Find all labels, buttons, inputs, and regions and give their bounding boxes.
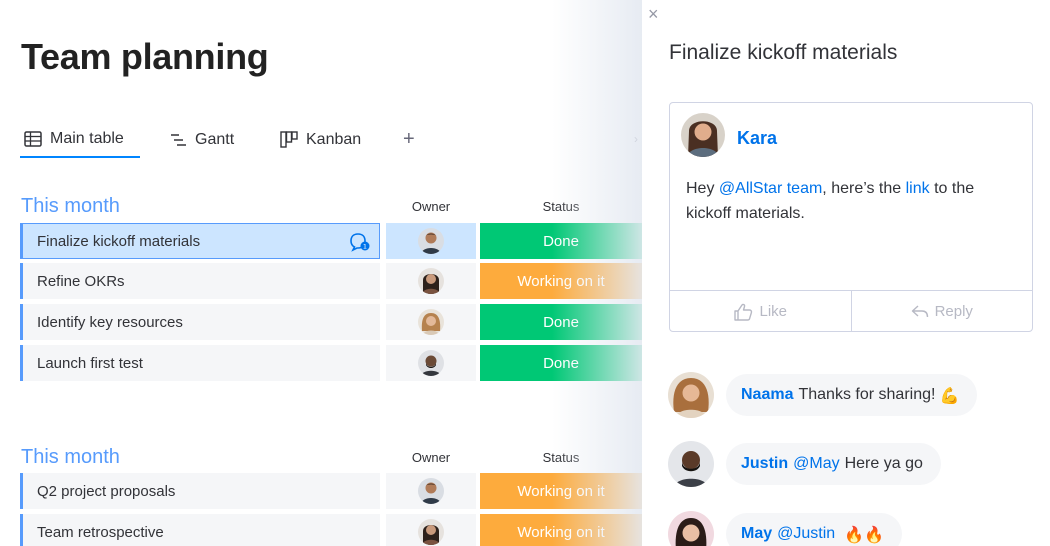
avatar [418,519,444,545]
tab-kanban[interactable]: Kanban [279,122,361,158]
tab-gantt[interactable]: Gantt [168,122,234,158]
avatar [418,228,444,254]
item-name: Team retrospective [37,523,164,541]
owner-column-header: Owner [411,199,451,214]
avatar [418,268,444,294]
reply-bubble: Justin @May Here ya go [726,443,941,485]
reply-text: Thanks for sharing! [798,386,936,403]
reply-text: Here ya go [844,455,923,472]
tab-main-table[interactable]: Main table [20,122,140,158]
more-views-chevron-icon[interactable]: › [634,132,638,146]
update-card: Kara Hey @AllStar team, here’s the link … [669,102,1033,332]
table-icon [23,129,43,149]
update-text: , here’s the [822,180,902,197]
gantt-icon [168,130,188,150]
thumbs-up-icon [733,303,753,321]
mention-link[interactable]: @Justin [777,525,835,543]
item-name-cell[interactable]: Identify key resources [20,304,380,340]
item-name-cell[interactable]: Refine OKRs [20,263,380,299]
avatar [681,113,725,157]
item-name-cell[interactable]: Launch first test [20,345,380,381]
add-view-button[interactable]: + [403,128,415,151]
reply-bubble: Naama Thanks for sharing! 💪 [726,374,978,416]
avatar [668,441,714,487]
item-name-cell[interactable]: Team retrospective [20,514,380,546]
close-icon[interactable]: × [648,4,659,25]
reply-bubble: May @Justin 🔥🔥 [726,513,903,546]
item-name-cell[interactable]: Q2 project proposals [20,473,380,509]
owner-cell[interactable] [386,223,476,259]
materials-link[interactable]: link [906,180,930,197]
owner-cell[interactable] [386,263,476,299]
flexed-biceps-emoji-icon: 💪 [939,385,960,405]
avatar [418,478,444,504]
update-text: Hey [686,180,715,197]
status-cell[interactable]: Done [480,304,642,340]
update-author[interactable]: Kara [737,128,777,149]
reply-author[interactable]: Naama [741,386,793,404]
board: Team planning Main table Gantt Kanban + … [0,0,642,546]
item-name: Launch first test [37,354,143,372]
item-name: Q2 project proposals [37,482,176,500]
reply-button[interactable]: Reply [850,291,1033,332]
tab-label: Kanban [306,131,362,148]
avatar [418,350,444,376]
update-body: Hey @AllStar team, here’s the link to th… [686,176,1016,226]
status-column-header: Status [542,450,580,465]
page-title: Team planning [21,36,269,77]
item-name: Identify key resources [37,313,183,331]
like-button[interactable]: Like [670,291,851,332]
status-cell[interactable]: Done [480,223,642,259]
avatar [668,372,714,418]
owner-cell[interactable] [386,473,476,509]
owner-cell[interactable] [386,304,476,340]
avatar [418,309,444,335]
reply-author[interactable]: May [741,525,772,543]
update-actions: Like Reply [670,290,1032,332]
tab-label: Gantt [195,131,235,148]
item-updates-panel: × Finalize kickoff materials Kara Hey @A… [642,0,1050,546]
kanban-icon [279,130,299,150]
reply-arrow-icon [911,304,929,319]
view-tabs: Main table Gantt Kanban + › [0,122,642,160]
reply-label: Reply [934,303,973,320]
mention-link[interactable]: @AllStar team [719,180,822,197]
fire-emoji-icon: 🔥🔥 [844,524,885,544]
status-column-header: Status [542,199,580,214]
item-name: Refine OKRs [37,272,125,290]
like-label: Like [759,303,788,320]
status-cell[interactable]: Done [480,345,642,381]
panel-title: Finalize kickoff materials [669,41,898,64]
item-name: Finalize kickoff materials [37,232,201,250]
reply-author[interactable]: Justin [741,455,788,473]
status-cell[interactable]: Working on it [480,263,642,299]
tab-label: Main table [50,130,124,147]
conversation-icon[interactable]: 1 [349,232,371,252]
svg-text:1: 1 [363,243,367,251]
mention-link[interactable]: @May [793,455,839,473]
avatar [668,511,714,546]
status-cell[interactable]: Working on it [480,514,642,546]
status-cell[interactable]: Working on it [480,473,642,509]
group-title[interactable]: This month [21,446,120,469]
owner-cell[interactable] [386,514,476,546]
group-title[interactable]: This month [21,195,120,218]
item-name-cell[interactable]: Finalize kickoff materials 1 [20,223,380,259]
owner-cell[interactable] [386,345,476,381]
owner-column-header: Owner [411,450,451,465]
